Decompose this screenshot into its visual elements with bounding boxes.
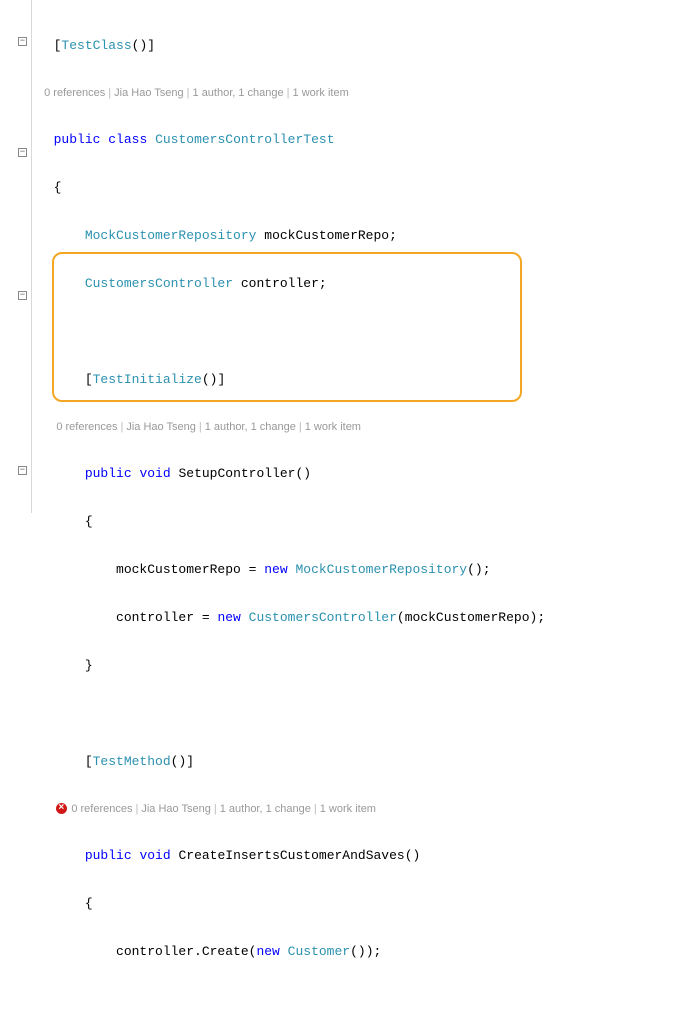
collapse-toggle[interactable]: [18, 148, 27, 157]
collapse-toggle[interactable]: [18, 37, 27, 46]
collapse-toggle[interactable]: [18, 466, 27, 475]
outline-gutter: [0, 0, 32, 513]
code-area[interactable]: [TestClass()] 0 references|Jia Hao Tseng…: [38, 6, 690, 1026]
collapse-toggle[interactable]: [18, 291, 27, 300]
test-fail-icon: [56, 803, 67, 814]
